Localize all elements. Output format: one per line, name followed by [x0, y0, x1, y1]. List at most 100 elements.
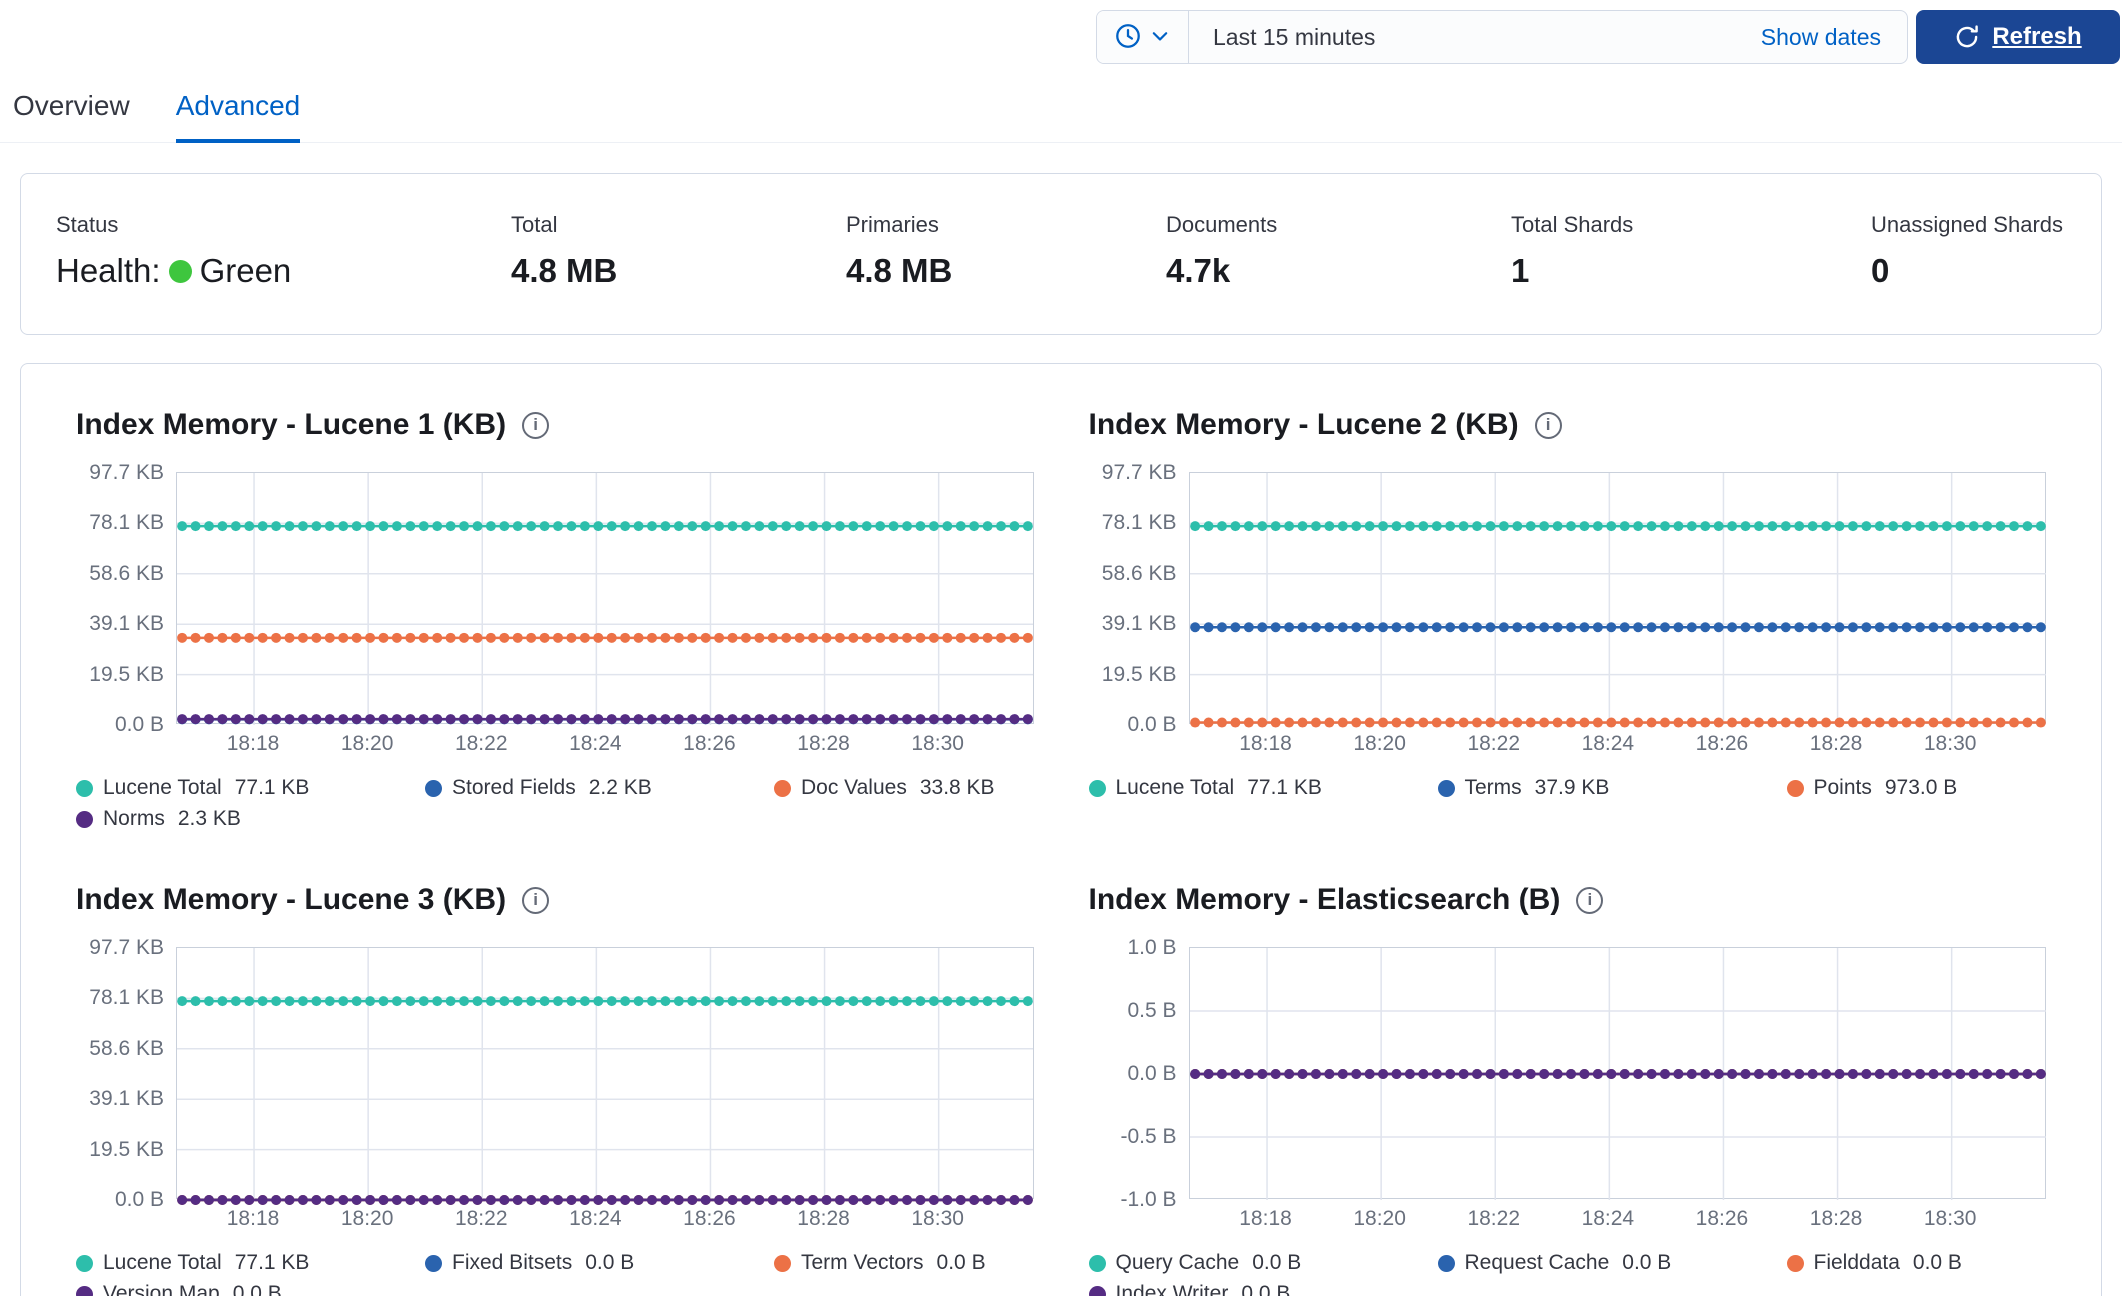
- y-axis-tick: 19.5 KB: [89, 1137, 164, 1161]
- health-value: Green: [199, 252, 292, 289]
- legend-dot-icon: [774, 1254, 791, 1272]
- data-point: [875, 714, 886, 725]
- legend-dot-icon: [76, 779, 93, 797]
- data-point: [445, 714, 456, 725]
- plot-area[interactable]: [176, 947, 1034, 1205]
- stat-status: Status Health: Green: [56, 212, 511, 290]
- data-point: [673, 632, 684, 643]
- data-point: [1283, 1069, 1294, 1079]
- plot-area[interactable]: [176, 472, 1034, 725]
- chart-index-memory-lucene-2: Index Memory - Lucene 2 (KB) i 97.7 KB 78…: [1088, 408, 2047, 831]
- legend-dot-icon: [425, 779, 442, 797]
- data-point: [1364, 717, 1375, 728]
- plot-area[interactable]: [1188, 472, 2046, 728]
- data-point: [1364, 1069, 1375, 1079]
- legend-item[interactable]: Terms 37.9 KB: [1437, 776, 1787, 800]
- x-axis-tick: 18:28: [1809, 732, 1863, 755]
- data-point: [714, 996, 725, 1007]
- legend-item[interactable]: Lucene Total 77.1 KB: [1088, 776, 1438, 800]
- legend-item[interactable]: Norms 2.3 KB: [76, 807, 425, 831]
- data-point: [1874, 1069, 1885, 1079]
- data-point: [1619, 1069, 1630, 1079]
- data-point: [459, 1195, 470, 1205]
- chart-title: Index Memory - Lucene 1 (KB): [76, 408, 507, 441]
- data-point: [1417, 717, 1428, 728]
- data-point: [1740, 521, 1751, 532]
- legend-item[interactable]: Fielddata 0.0 B: [1786, 1251, 2047, 1275]
- data-point: [190, 996, 201, 1007]
- data-point: [297, 1195, 308, 1205]
- time-quick-select-button[interactable]: [1097, 11, 1189, 63]
- data-point: [714, 714, 725, 725]
- tab-overview[interactable]: Overview: [13, 90, 130, 142]
- data-point: [217, 1195, 228, 1205]
- tab-advanced[interactable]: Advanced: [175, 90, 301, 143]
- data-point: [2035, 1069, 2046, 1079]
- refresh-button[interactable]: Refresh: [1916, 10, 2120, 64]
- data-point: [512, 632, 523, 643]
- legend-item[interactable]: Stored Fields 2.2 KB: [425, 776, 774, 800]
- legend-item[interactable]: Lucene Total 77.1 KB: [76, 776, 425, 800]
- data-point: [834, 632, 845, 643]
- data-point: [512, 521, 523, 532]
- legend-item[interactable]: Fixed Bitsets 0.0 B: [425, 1251, 774, 1275]
- data-point: [1954, 622, 1965, 633]
- data-point: [257, 632, 268, 643]
- legend-value: 2.3 KB: [177, 807, 241, 830]
- data-point: [1229, 521, 1240, 532]
- data-point: [230, 996, 241, 1007]
- data-point: [1807, 521, 1818, 532]
- data-point: [633, 714, 644, 725]
- legend-item[interactable]: Index Writer 0.0 B: [1088, 1282, 1438, 1296]
- data-point: [1699, 717, 1710, 728]
- data-point: [1766, 622, 1777, 633]
- data-point: [1009, 996, 1020, 1007]
- data-point: [459, 632, 470, 643]
- data-point: [244, 714, 255, 725]
- data-point: [1310, 1069, 1321, 1079]
- plot-area[interactable]: [1188, 947, 2046, 1200]
- data-point: [418, 521, 429, 532]
- data-point: [1431, 1069, 1442, 1079]
- time-range-value[interactable]: Last 15 minutes: [1189, 24, 1735, 51]
- data-point: [351, 1195, 362, 1205]
- data-point: [660, 521, 671, 532]
- data-point: [499, 996, 510, 1007]
- data-point: [700, 632, 711, 643]
- legend-item[interactable]: Version Map 0.0 B: [76, 1282, 425, 1296]
- data-point: [2035, 521, 2046, 532]
- data-point: [2021, 717, 2032, 728]
- legend-item[interactable]: Query Cache 0.0 B: [1088, 1251, 1438, 1275]
- info-icon[interactable]: i: [522, 411, 550, 439]
- data-point: [875, 1195, 886, 1205]
- data-point: [499, 521, 510, 532]
- x-axis: 18:18 18:20 18:22 18:24 18:26 18:28 18:30: [176, 1207, 1034, 1243]
- data-point: [445, 632, 456, 643]
- x-axis-tick: 18:18: [226, 732, 280, 755]
- stat-label: Primaries: [846, 212, 939, 237]
- info-icon[interactable]: i: [1534, 411, 1562, 439]
- data-point: [203, 521, 214, 532]
- legend-item[interactable]: Doc Values 33.8 KB: [774, 776, 1034, 800]
- legend-item[interactable]: Points 973.0 B: [1786, 776, 2047, 800]
- data-point: [553, 996, 564, 1007]
- info-icon[interactable]: i: [1576, 886, 1604, 914]
- data-point: [351, 996, 362, 1007]
- x-axis: 18:18 18:20 18:22 18:24 18:26 18:28 18:30: [1189, 1207, 2047, 1243]
- data-point: [1511, 1069, 1522, 1079]
- data-point: [1444, 622, 1455, 633]
- data-point: [1417, 622, 1428, 633]
- data-point: [1390, 521, 1401, 532]
- data-point: [271, 1195, 282, 1205]
- y-axis-tick: -0.5 B: [1120, 1125, 1177, 1148]
- data-point: [526, 1195, 537, 1205]
- data-point: [767, 714, 778, 725]
- legend-item[interactable]: Term Vectors 0.0 B: [774, 1251, 1034, 1275]
- data-point: [338, 521, 349, 532]
- data-point: [1323, 717, 1334, 728]
- info-icon[interactable]: i: [522, 886, 550, 914]
- legend-item[interactable]: Request Cache 0.0 B: [1437, 1251, 1787, 1275]
- legend-item[interactable]: Lucene Total 77.1 KB: [76, 1251, 425, 1275]
- data-point: [1834, 622, 1845, 633]
- show-dates-button[interactable]: Show dates: [1735, 24, 1907, 51]
